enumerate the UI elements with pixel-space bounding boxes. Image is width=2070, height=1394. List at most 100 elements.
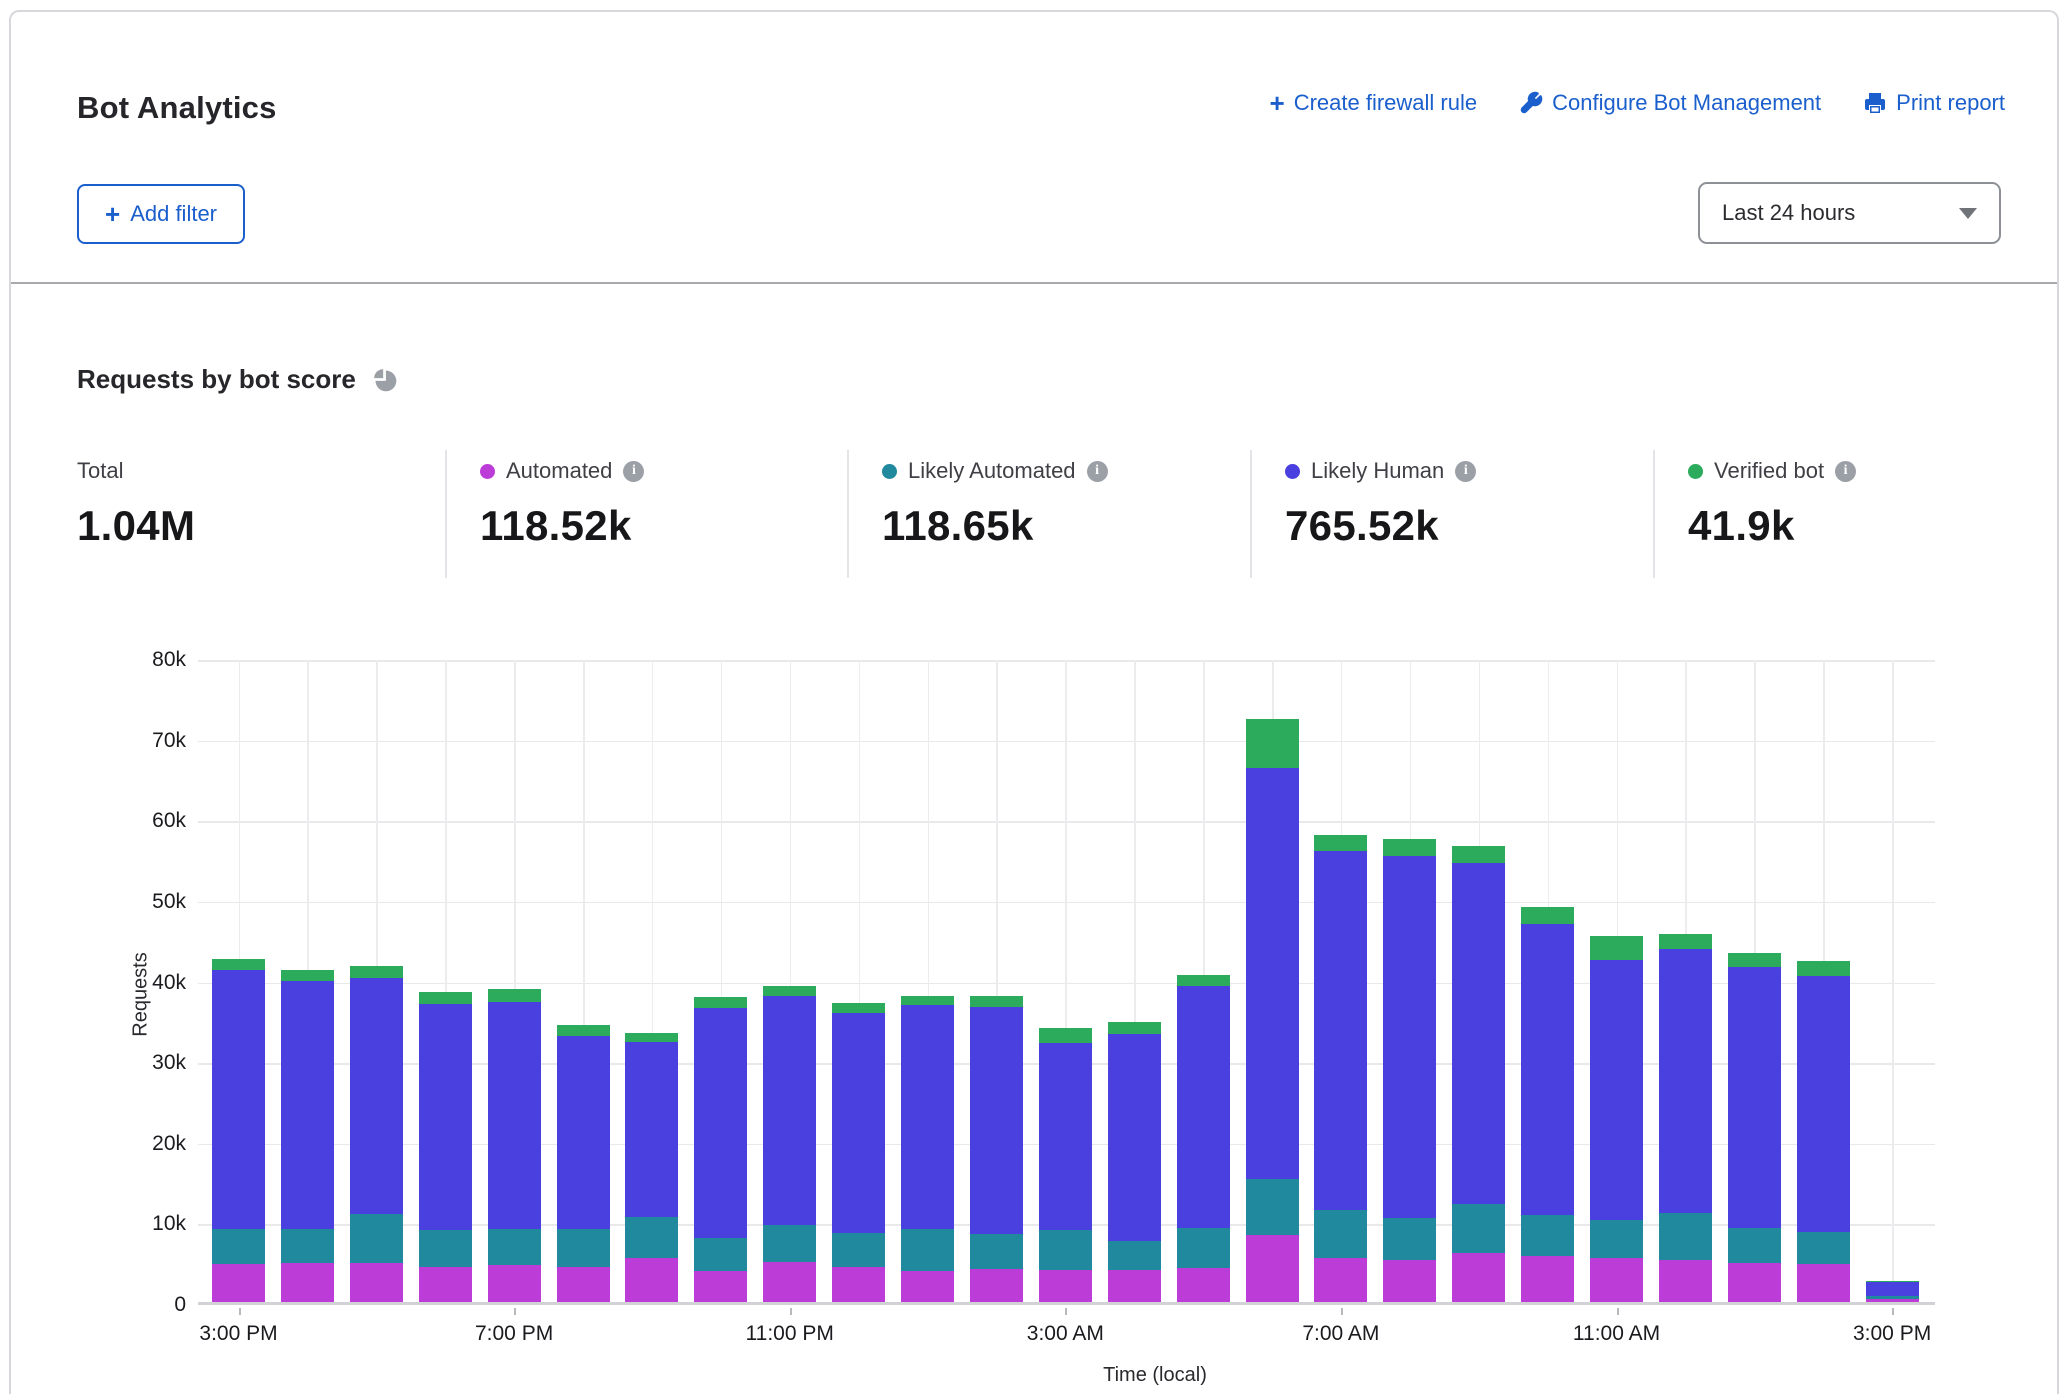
- automated-segment: [350, 1263, 403, 1303]
- likely-automated-label: Likely Automated: [908, 458, 1076, 484]
- stat-verified-bot: Verified bot i 41.9k: [1688, 458, 1856, 550]
- automated-segment: [1383, 1260, 1436, 1302]
- likely-automated-segment: [419, 1230, 472, 1267]
- bar-1[interactable]: [281, 970, 334, 1302]
- y-tick-label: 60k: [106, 809, 186, 833]
- info-icon[interactable]: i: [1455, 461, 1476, 482]
- likely-automated-segment: [970, 1234, 1023, 1269]
- bar-11[interactable]: [970, 996, 1023, 1302]
- automated-legend-dot: [480, 464, 495, 479]
- chevron-down-icon: [1959, 208, 1977, 219]
- bot-analytics-card: Bot Analytics + Create firewall rule Con…: [9, 10, 2059, 1394]
- bar-16[interactable]: [1314, 835, 1367, 1302]
- bar-15[interactable]: [1246, 719, 1299, 1302]
- likely-human-segment: [1590, 960, 1643, 1220]
- likely-automated-segment: [1797, 1232, 1850, 1264]
- likely-human-segment: [557, 1036, 610, 1230]
- stats-row: Total 1.04M Automated i 118.52k Likely A…: [11, 450, 2057, 590]
- bar-3[interactable]: [419, 992, 472, 1302]
- stat-total: Total 1.04M: [77, 458, 195, 550]
- automated-segment: [1521, 1256, 1574, 1302]
- likely-human-segment: [901, 1005, 954, 1229]
- verified-bot-segment: [1177, 975, 1230, 985]
- header-actions: + Create firewall rule Configure Bot Man…: [1270, 90, 2005, 116]
- total-value: 1.04M: [77, 502, 195, 550]
- bar-19[interactable]: [1521, 907, 1574, 1302]
- likely-human-segment: [212, 970, 265, 1230]
- likely-human-segment: [1383, 856, 1436, 1218]
- likely-human-segment: [281, 981, 334, 1229]
- y-tick-label: 70k: [106, 729, 186, 753]
- likely-automated-segment: [625, 1217, 678, 1258]
- likely-automated-segment: [1728, 1228, 1781, 1263]
- likely-automated-segment: [281, 1229, 334, 1264]
- bar-4[interactable]: [488, 989, 541, 1302]
- time-range-dropdown[interactable]: Last 24 hours: [1698, 182, 2001, 244]
- print-report-link[interactable]: Print report: [1863, 90, 2005, 116]
- bar-0[interactable]: [212, 959, 265, 1302]
- automated-segment: [832, 1267, 885, 1302]
- likely-automated-segment: [1177, 1228, 1230, 1268]
- y-tick-label: 10k: [106, 1212, 186, 1236]
- likely-human-segment: [1521, 924, 1574, 1215]
- x-tick-label: 3:00 PM: [159, 1322, 319, 1346]
- bar-23[interactable]: [1797, 961, 1850, 1302]
- bar-22[interactable]: [1728, 953, 1781, 1302]
- bar-5[interactable]: [557, 1025, 610, 1302]
- add-filter-button[interactable]: + Add filter: [77, 184, 245, 244]
- x-tick-mark: [1341, 1308, 1343, 1315]
- bar-7[interactable]: [694, 997, 747, 1302]
- automated-segment: [970, 1269, 1023, 1302]
- bar-10[interactable]: [901, 996, 954, 1302]
- stat-likely-automated: Likely Automated i 118.65k: [882, 458, 1108, 550]
- likely-human-segment: [625, 1042, 678, 1217]
- section-title: Requests by bot score: [77, 364, 356, 395]
- verified-bot-segment: [763, 986, 816, 996]
- requests-by-bot-score-chart: [198, 660, 1935, 1305]
- create-firewall-rule-link[interactable]: + Create firewall rule: [1270, 90, 1478, 116]
- bar-21[interactable]: [1659, 934, 1712, 1302]
- bar-13[interactable]: [1108, 1022, 1161, 1302]
- likely-automated-value: 118.65k: [882, 502, 1108, 550]
- stat-likely-human: Likely Human i 765.52k: [1285, 458, 1476, 550]
- likely-automated-segment: [832, 1233, 885, 1267]
- x-tick-label: 7:00 AM: [1261, 1322, 1421, 1346]
- verified-bot-segment: [1659, 934, 1712, 949]
- x-tick-mark: [790, 1308, 792, 1315]
- likely-human-value: 765.52k: [1285, 502, 1476, 550]
- likely-human-segment: [832, 1013, 885, 1233]
- bar-8[interactable]: [763, 986, 816, 1302]
- total-label: Total: [77, 458, 123, 484]
- likely-human-segment: [1177, 986, 1230, 1228]
- info-icon[interactable]: i: [1835, 461, 1856, 482]
- bar-24[interactable]: [1866, 1281, 1919, 1302]
- x-tick-label: 11:00 AM: [1537, 1322, 1697, 1346]
- bar-17[interactable]: [1383, 839, 1436, 1302]
- bar-14[interactable]: [1177, 975, 1230, 1302]
- bar-20[interactable]: [1590, 936, 1643, 1302]
- verified-bot-segment: [488, 989, 541, 1002]
- verified-bot-segment: [419, 992, 472, 1004]
- verified-bot-segment: [901, 996, 954, 1006]
- configure-bot-management-link[interactable]: Configure Bot Management: [1519, 90, 1821, 116]
- automated-segment: [419, 1267, 472, 1302]
- stat-divider: [847, 450, 849, 578]
- likely-human-segment: [1108, 1034, 1161, 1241]
- automated-segment: [281, 1263, 334, 1302]
- likely-automated-segment: [557, 1229, 610, 1267]
- bar-18[interactable]: [1452, 846, 1505, 1302]
- verified-bot-segment: [970, 996, 1023, 1007]
- likely-automated-segment: [1108, 1241, 1161, 1270]
- verified-bot-segment: [1246, 719, 1299, 768]
- verified-bot-label: Verified bot: [1714, 458, 1824, 484]
- bar-6[interactable]: [625, 1033, 678, 1302]
- info-icon[interactable]: i: [1087, 461, 1108, 482]
- bar-9[interactable]: [832, 1003, 885, 1302]
- bar-2[interactable]: [350, 966, 403, 1302]
- header-divider: [11, 282, 2057, 284]
- info-icon[interactable]: i: [623, 461, 644, 482]
- automated-segment: [212, 1264, 265, 1302]
- bar-12[interactable]: [1039, 1028, 1092, 1302]
- automated-segment: [557, 1267, 610, 1302]
- stat-divider: [1250, 450, 1252, 578]
